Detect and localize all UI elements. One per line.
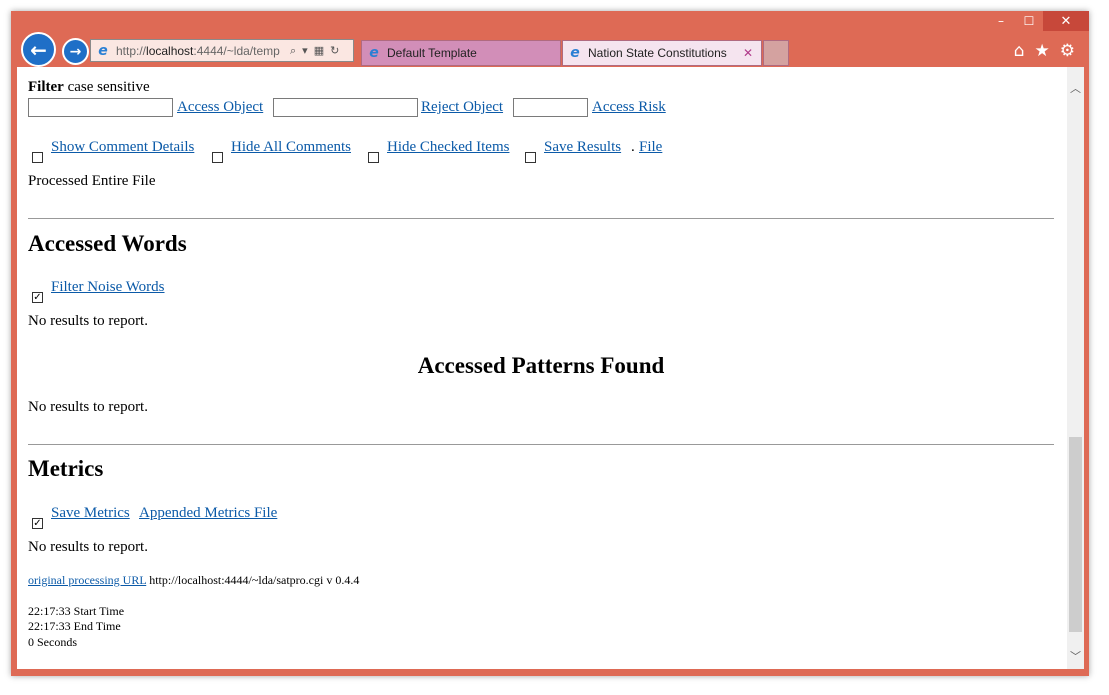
forward-button[interactable]: →	[62, 38, 89, 65]
filter-noise-words-link[interactable]: Filter Noise Words	[51, 279, 165, 296]
back-arrow-icon: ←	[30, 37, 47, 62]
reject-object-input[interactable]	[273, 98, 418, 117]
divider	[28, 218, 1054, 219]
url-prefix: http://	[116, 43, 147, 58]
address-url[interactable]: http://localhost:4444/~lda/temp	[116, 44, 286, 58]
show-comment-details-checkbox[interactable]	[32, 152, 43, 163]
patterns-no-results: No results to report.	[28, 399, 148, 415]
scroll-down-icon[interactable]: ﹀	[1067, 647, 1084, 664]
show-comment-details-link[interactable]: Show Comment Details	[51, 139, 194, 156]
ie-logo-icon: e	[570, 45, 580, 61]
accessed-words-heading: Accessed Words	[28, 231, 187, 256]
tab-label: Nation State Constitutions	[588, 46, 727, 60]
ie-logo-icon: e	[369, 45, 379, 61]
hide-checked-items-checkbox[interactable]	[368, 152, 379, 163]
minimize-button[interactable]: –	[987, 11, 1015, 31]
scrollbar-thumb[interactable]	[1069, 437, 1082, 632]
filter-title: Filter	[28, 79, 64, 95]
access-object-input[interactable]	[28, 98, 173, 117]
close-tab-icon[interactable]: ✕	[743, 46, 753, 60]
search-icon[interactable]: ⌕	[290, 44, 296, 58]
browser-window: – ☐ ✕ ← → e http://localhost:4444/~lda/t…	[11, 11, 1089, 676]
url-path: :4444/~lda/temp	[193, 43, 280, 58]
save-metrics-link[interactable]: Save Metrics	[51, 505, 130, 522]
access-object-link[interactable]: Access Object	[177, 99, 263, 116]
window-controls: – ☐ ✕	[987, 11, 1089, 33]
dropdown-icon[interactable]: ▾	[302, 44, 308, 58]
page-viewport: Filter case sensitive Access Object Reje…	[17, 67, 1084, 669]
filter-heading: Filter case sensitive	[28, 79, 150, 96]
refresh-icon[interactable]: ↻	[330, 44, 339, 58]
start-time: 22:17:33 Start Time	[28, 604, 125, 618]
separator-dot: .	[631, 139, 635, 155]
reject-object-link[interactable]: Reject Object	[421, 99, 503, 116]
file-link[interactable]: File	[639, 139, 662, 156]
scroll-up-icon[interactable]: ︿	[1067, 79, 1084, 96]
back-button[interactable]: ←	[21, 32, 56, 67]
hide-all-comments-checkbox[interactable]	[212, 152, 223, 163]
access-risk-link[interactable]: Access Risk	[592, 99, 666, 116]
hide-checked-items-link[interactable]: Hide Checked Items	[387, 139, 509, 156]
home-icon[interactable]: ⌂	[1014, 41, 1025, 61]
settings-gear-icon[interactable]: ⚙	[1060, 41, 1075, 61]
filter-noise-words-checkbox[interactable]: ✓	[32, 292, 43, 303]
save-metrics-checkbox[interactable]: ✓	[32, 518, 43, 529]
access-risk-input[interactable]	[513, 98, 588, 117]
filter-subtitle: case sensitive	[67, 79, 150, 95]
save-results-link[interactable]: Save Results	[544, 139, 621, 156]
processing-status: Processed Entire File	[28, 173, 156, 189]
forward-arrow-icon: →	[69, 43, 82, 60]
tab-label: Default Template	[387, 46, 477, 60]
tab-nation-state-constitutions[interactable]: e Nation State Constitutions ✕	[562, 40, 762, 66]
new-tab-button[interactable]	[763, 40, 789, 66]
compatibility-view-icon[interactable]: ▦	[314, 44, 324, 58]
elapsed-seconds: 0 Seconds	[28, 635, 77, 649]
accessed-patterns-heading: Accessed Patterns Found	[417, 353, 665, 378]
processing-url-text: http://localhost:4444/~lda/satpro.cgi v …	[149, 573, 360, 587]
close-window-button[interactable]: ✕	[1043, 11, 1089, 31]
appended-metrics-file-link[interactable]: Appended Metrics File	[139, 505, 277, 522]
ie-logo-icon: e	[98, 42, 108, 59]
maximize-button[interactable]: ☐	[1015, 11, 1043, 31]
divider	[28, 444, 1054, 445]
save-results-checkbox[interactable]	[525, 152, 536, 163]
accessed-words-no-results: No results to report.	[28, 313, 148, 329]
hide-all-comments-link[interactable]: Hide All Comments	[231, 139, 351, 156]
end-time: 22:17:33 End Time	[28, 619, 121, 633]
vertical-scrollbar[interactable]: ︿ ﹀	[1067, 67, 1084, 669]
metrics-heading: Metrics	[28, 456, 104, 481]
processing-url-line: original processing URL http://localhost…	[28, 573, 359, 588]
tab-default-template[interactable]: e Default Template	[361, 40, 561, 66]
original-processing-url-link[interactable]: original processing URL	[28, 573, 146, 587]
metrics-no-results: No results to report.	[28, 539, 148, 555]
url-host: localhost	[146, 43, 194, 58]
favorites-star-icon[interactable]: ★	[1035, 41, 1050, 61]
address-bar[interactable]: e http://localhost:4444/~lda/temp ⌕ ▾ ▦ …	[90, 39, 354, 62]
